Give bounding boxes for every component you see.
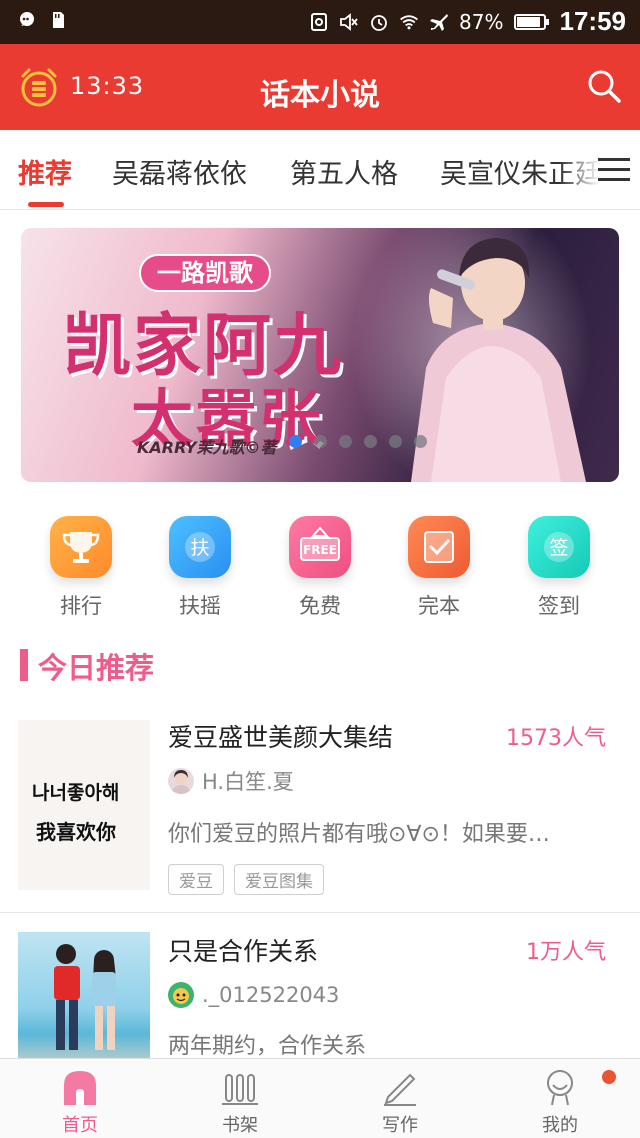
quick-entry-completed[interactable]: 完本 bbox=[389, 516, 489, 620]
quick-entry-label: 免费 bbox=[299, 594, 341, 618]
book-author[interactable]: H.白笙.夏 bbox=[168, 766, 294, 796]
nfc-icon bbox=[311, 12, 328, 31]
author-name: ._012522043 bbox=[202, 983, 340, 1007]
quick-entry-ranking[interactable]: 排行 bbox=[31, 516, 131, 620]
battery-percent: 87% bbox=[459, 9, 504, 34]
section-accent-bar bbox=[20, 649, 28, 681]
cover-text-chinese: 我喜欢你 bbox=[36, 820, 116, 844]
clock: 17:59 bbox=[559, 6, 627, 36]
menu-icon[interactable] bbox=[598, 156, 630, 184]
trophy-icon bbox=[50, 516, 112, 578]
quick-entry-label: 排行 bbox=[60, 594, 102, 618]
banner-dot-active[interactable] bbox=[289, 435, 302, 448]
nav-label: 写作 bbox=[382, 1115, 418, 1136]
app-title: 话本小说 bbox=[260, 78, 380, 113]
quick-entry-label: 完本 bbox=[418, 594, 460, 618]
home-icon bbox=[64, 1071, 96, 1105]
wifi-icon bbox=[400, 14, 418, 29]
author-name: H.白笙.夏 bbox=[202, 770, 294, 794]
author-avatar bbox=[168, 768, 194, 794]
book-author[interactable]: ._012522043 bbox=[168, 982, 339, 1008]
nav-label: 书架 bbox=[222, 1115, 258, 1136]
search-icon[interactable] bbox=[586, 68, 622, 104]
quick-entry-fuyao[interactable]: 扶 扶摇 bbox=[150, 516, 250, 620]
book-popularity: 1573人气 bbox=[506, 726, 606, 751]
profile-icon bbox=[547, 1070, 573, 1106]
check-icon bbox=[408, 516, 470, 578]
alarm-status-icon bbox=[371, 14, 387, 31]
list-divider bbox=[0, 912, 640, 913]
book-description: 你们爱豆的照片都有哦⊙∀⊙！如果要… bbox=[168, 822, 550, 847]
signin-glyph: 签 bbox=[549, 537, 568, 559]
quick-entry-signin[interactable]: 签 签到 bbox=[509, 516, 609, 620]
nav-label: 首页 bbox=[62, 1115, 98, 1136]
book-description: 两年期约，合作关系 bbox=[168, 1034, 367, 1059]
category-tabs: 推荐 吴磊蒋依依 第五人格 吴宣仪朱正廷 bbox=[0, 130, 640, 210]
quick-entry-grid: 排行 扶 扶摇 FREE 免费 完本 签 签到 bbox=[0, 516, 640, 626]
bookshelf-icon bbox=[222, 1074, 258, 1105]
free-glyph: FREE bbox=[303, 543, 337, 557]
nav-write[interactable]: 写作 bbox=[350, 1067, 450, 1137]
banner-dot[interactable] bbox=[389, 435, 402, 448]
book-title: 爱豆盛世美颜大集结 bbox=[168, 723, 394, 752]
nav-home[interactable]: 首页 bbox=[30, 1067, 130, 1137]
airplane-mode-icon bbox=[430, 13, 449, 31]
profile-notification-badge bbox=[602, 1070, 616, 1084]
cover-text-korean: 나너좋아해 bbox=[32, 782, 120, 804]
chat-notification-icon bbox=[20, 12, 34, 26]
banner-author: KARRY茉九歌©著 bbox=[137, 438, 277, 457]
tab-active-indicator bbox=[28, 202, 64, 207]
quick-entry-label: 签到 bbox=[538, 594, 580, 618]
banner-dot[interactable] bbox=[339, 435, 352, 448]
banner-dot[interactable] bbox=[364, 435, 377, 448]
promo-banner[interactable]: 一路凯歌 凯家阿九 太嚣张 KARRY茉九歌©著 bbox=[21, 228, 619, 482]
nav-label: 我的 bbox=[542, 1115, 578, 1136]
banner-dot[interactable] bbox=[414, 435, 427, 448]
book-cover: 나너좋아해 我喜欢你 bbox=[18, 720, 150, 890]
mute-icon bbox=[340, 12, 358, 31]
nav-profile[interactable]: 我的 bbox=[510, 1067, 610, 1137]
book-tag[interactable]: 爱豆 bbox=[168, 864, 224, 895]
section-title: 今日推荐 bbox=[38, 651, 155, 685]
fuyao-icon: 扶 bbox=[169, 516, 231, 578]
bottom-navigation: 首页 书架 写作 我的 bbox=[0, 1058, 640, 1138]
book-list-item[interactable]: 나너좋아해 我喜欢你 爱豆盛世美颜大集结 1573人气 H.白笙.夏 你们爱豆的… bbox=[0, 712, 640, 908]
pen-icon bbox=[384, 1073, 416, 1106]
status-bar: 87% 17:59 bbox=[0, 0, 640, 44]
banner-series-tag: 一路凯歌 bbox=[139, 254, 271, 292]
author-avatar bbox=[168, 982, 194, 1008]
fuyao-glyph: 扶 bbox=[190, 537, 209, 559]
app-bar: 13:33 话本小说 bbox=[0, 44, 640, 130]
battery-icon bbox=[513, 13, 549, 30]
book-tag[interactable]: 爱豆图集 bbox=[234, 864, 324, 895]
quick-entry-label: 扶摇 bbox=[179, 594, 221, 618]
signin-icon: 签 bbox=[528, 516, 590, 578]
banner-pagination bbox=[289, 435, 427, 448]
book-popularity: 1万人气 bbox=[526, 940, 606, 965]
nav-bookshelf[interactable]: 书架 bbox=[190, 1067, 290, 1137]
free-icon: FREE bbox=[289, 516, 351, 578]
tab-recommend[interactable]: 推荐 bbox=[18, 152, 72, 191]
book-tags: 爱豆 爱豆图集 bbox=[168, 864, 324, 895]
tab-wulei-jiangyiyi[interactable]: 吴磊蒋依依 bbox=[112, 152, 247, 191]
quick-entry-free[interactable]: FREE 免费 bbox=[270, 516, 370, 620]
tab-identity-v[interactable]: 第五人格 bbox=[290, 152, 398, 191]
book-title: 只是合作关系 bbox=[168, 937, 319, 966]
banner-dot[interactable] bbox=[314, 435, 327, 448]
sd-card-icon bbox=[53, 12, 64, 28]
